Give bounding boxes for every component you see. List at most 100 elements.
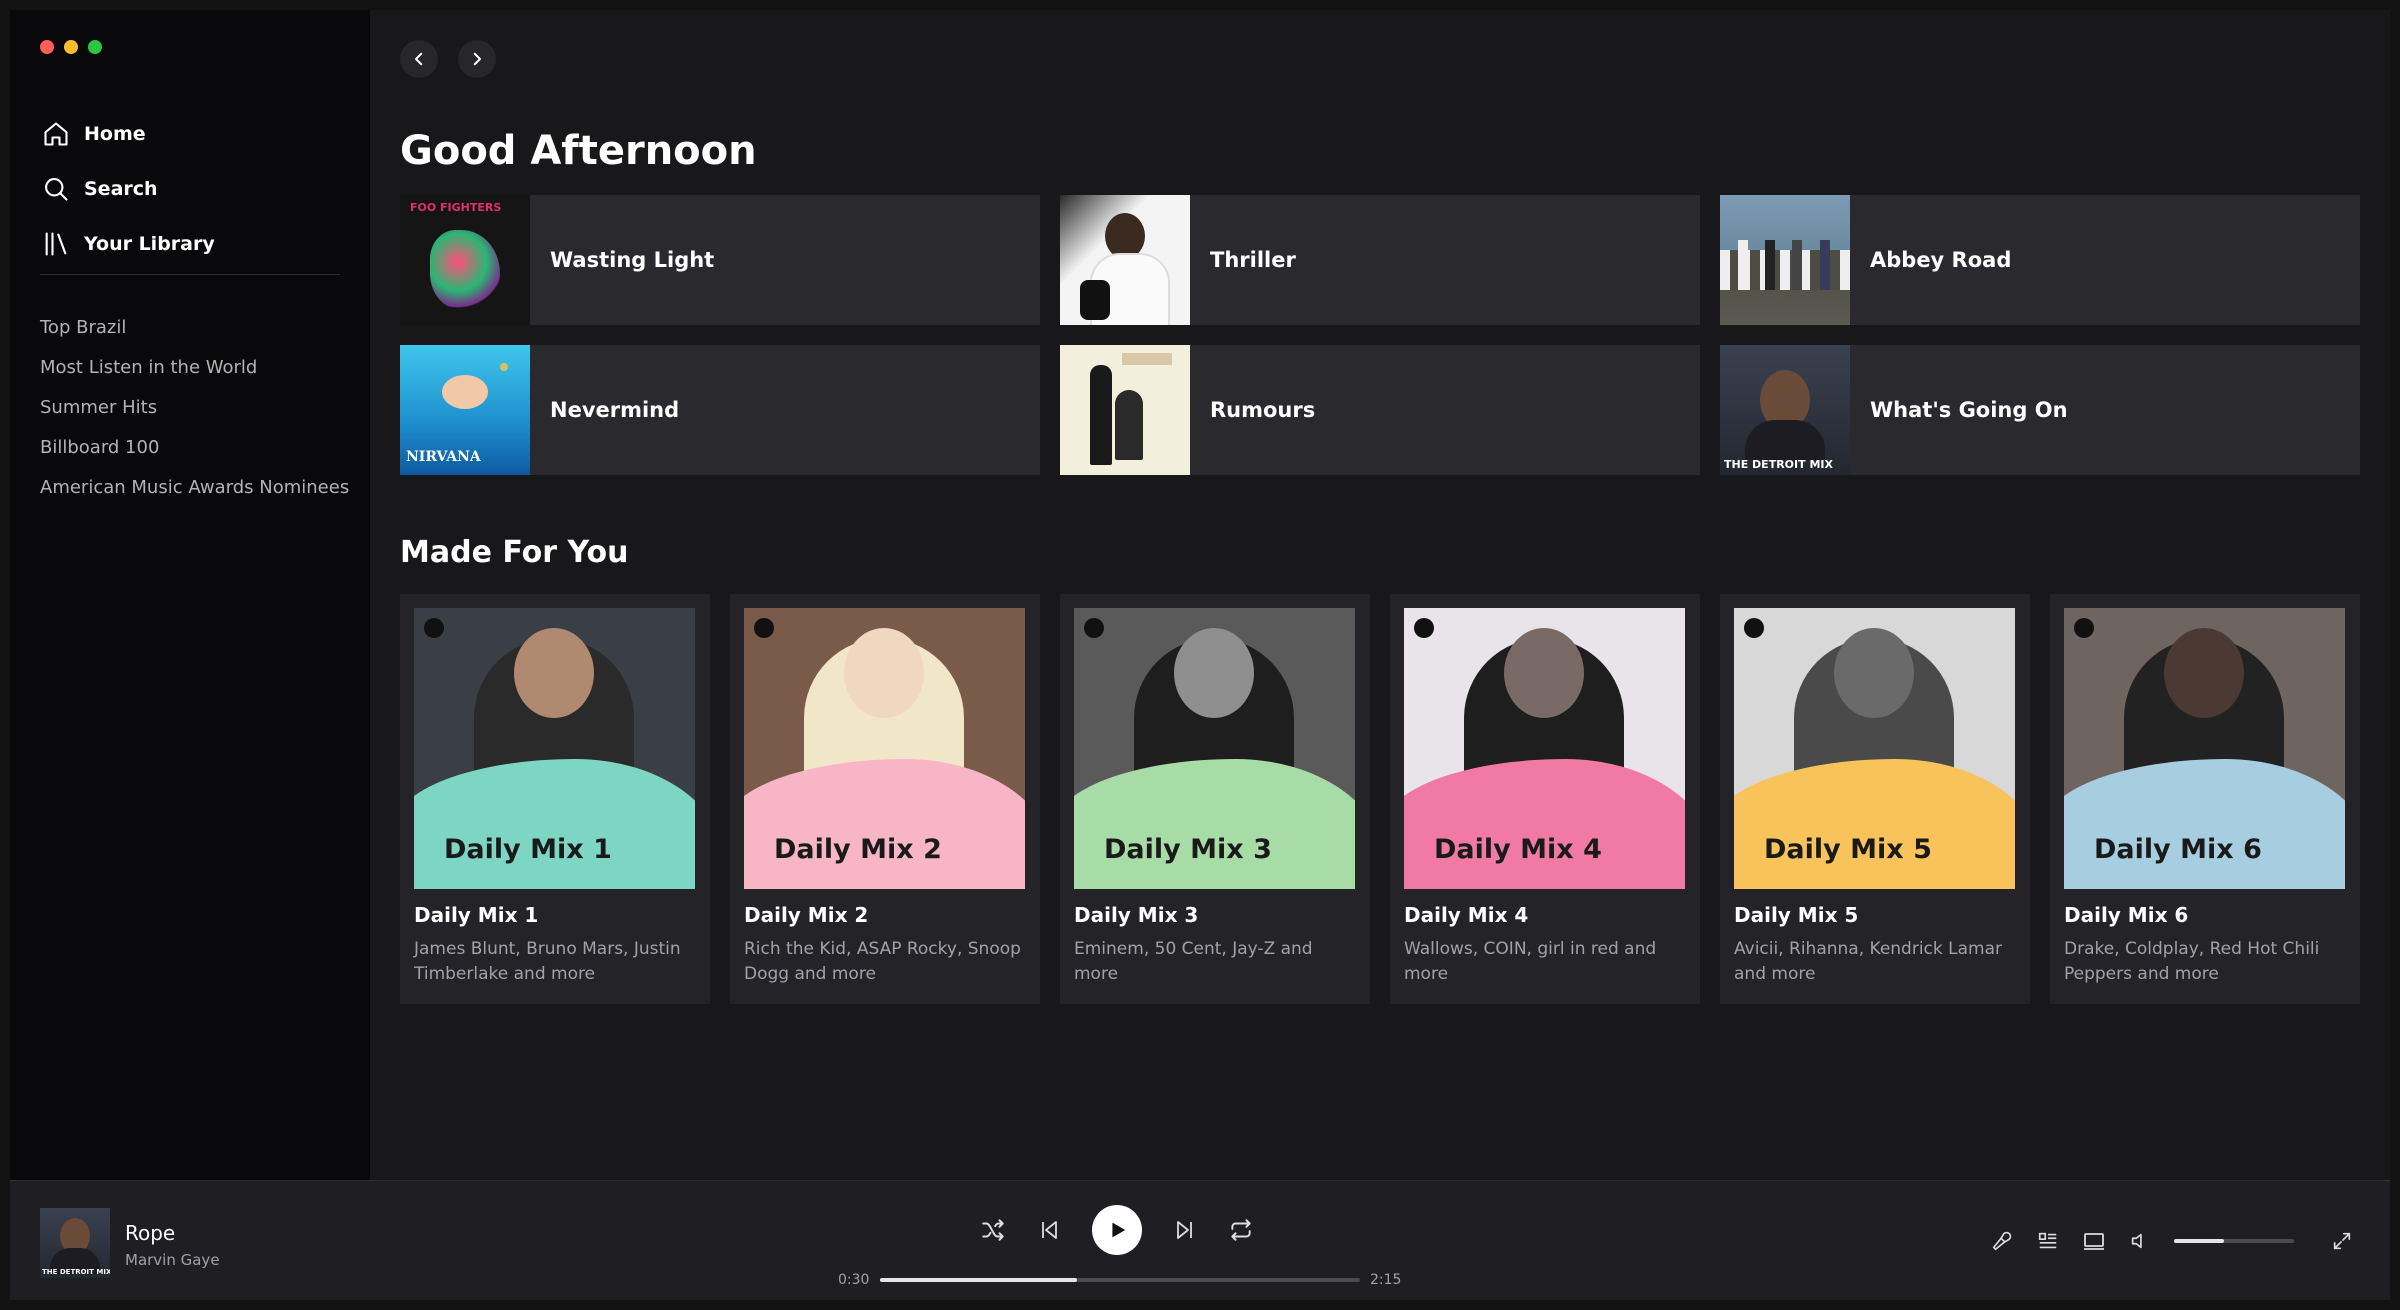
playlist-item[interactable]: Billboard 100: [40, 428, 349, 468]
quick-pick-title: Wasting Light: [550, 248, 715, 272]
daily-mix-art: Daily Mix 4: [1404, 608, 1685, 889]
daily-mix-art-label: Daily Mix 6: [2094, 834, 2262, 865]
next-button[interactable]: [1172, 1217, 1198, 1243]
now-playing-title[interactable]: Rope: [125, 1221, 175, 1245]
forward-button[interactable]: [458, 40, 496, 78]
section-title: Made For You: [400, 535, 629, 570]
daily-mix-subtitle: Eminem, 50 Cent, Jay-Z and more: [1074, 939, 1313, 984]
skip-back-icon: [1042, 1221, 1057, 1239]
daily-mix-art-label: Daily Mix 3: [1104, 834, 1272, 865]
album-art-caption: NIRVANA: [406, 449, 481, 465]
daily-mix-subtitle: Wallows, COIN, girl in red and more: [1404, 939, 1657, 984]
main-content: Good Afternoon FOO FIGHTERS Wasting Ligh…: [370, 10, 2390, 1180]
queue-icon: [2038, 1232, 2057, 1249]
playlist-list: Top Brazil Most Listen in the World Summ…: [40, 308, 349, 508]
skip-forward-icon: [1177, 1221, 1192, 1239]
daily-mix-title: Daily Mix 6: [2064, 903, 2189, 927]
daily-mix-art-label: Daily Mix 5: [1764, 834, 1932, 865]
device-icon: [2084, 1233, 2104, 1250]
greeting-heading: Good Afternoon: [400, 128, 757, 174]
quick-pick-card[interactable]: Thriller: [1060, 195, 1700, 325]
nav-library[interactable]: Your Library: [40, 216, 340, 271]
minimize-window-button[interactable]: [64, 40, 78, 54]
primary-nav: Home Search Your Library: [40, 106, 340, 271]
quick-pick-card[interactable]: Abbey Road: [1720, 195, 2360, 325]
shuffle-icon: [982, 1219, 1004, 1241]
back-button[interactable]: [400, 40, 438, 78]
daily-mix-art: Daily Mix 5: [1734, 608, 2015, 889]
previous-button[interactable]: [1036, 1217, 1062, 1243]
playlist-item[interactable]: Top Brazil: [40, 308, 349, 348]
now-playing-artist[interactable]: Marvin Gaye: [125, 1251, 220, 1269]
album-art: [1060, 195, 1190, 325]
now-playing-art-caption: THE DETROIT MIX: [42, 1268, 110, 1276]
nav-home[interactable]: Home: [40, 106, 340, 161]
spotify-badge-icon: [1084, 618, 1104, 638]
progress-bar[interactable]: [880, 1278, 1360, 1282]
spotify-badge-icon: [424, 618, 444, 638]
playlist-item[interactable]: Summer Hits: [40, 388, 349, 428]
quick-pick-card[interactable]: Rumours: [1060, 345, 1700, 475]
album-art: [1060, 345, 1190, 475]
microphone-icon: [1992, 1231, 2012, 1251]
daily-mix-art-label: Daily Mix 1: [444, 834, 612, 865]
play-icon: [1112, 1222, 1126, 1238]
volume-slider[interactable]: [2174, 1239, 2294, 1243]
total-time: 2:15: [1370, 1272, 1402, 1288]
player-bar: THE DETROIT MIX Rope Marvin Gaye 0:30 2:…: [10, 1180, 2390, 1300]
daily-mix-title: Daily Mix 5: [1734, 903, 1859, 927]
play-button[interactable]: [1092, 1205, 1142, 1255]
nav-library-label: Your Library: [84, 232, 215, 255]
daily-mix-card[interactable]: Daily Mix 1 Daily Mix 1 James Blunt, Bru…: [400, 594, 710, 1004]
devices-button[interactable]: [2082, 1229, 2106, 1253]
volume-icon: [2131, 1233, 2142, 1249]
nav-search-label: Search: [84, 177, 158, 200]
extra-controls: [1990, 1229, 2354, 1253]
daily-mix-card[interactable]: Daily Mix 2 Daily Mix 2 Rich the Kid, AS…: [730, 594, 1040, 1004]
daily-mix-subtitle: Drake, Coldplay, Red Hot Chili Peppers a…: [2064, 939, 2320, 984]
daily-mix-card[interactable]: Daily Mix 4 Daily Mix 4 Wallows, COIN, g…: [1390, 594, 1700, 1004]
quick-picks-grid: FOO FIGHTERS Wasting Light Thriller Abbe…: [400, 195, 2360, 475]
expand-icon: [2333, 1232, 2351, 1250]
home-icon: [40, 118, 72, 150]
nav-home-label: Home: [84, 122, 146, 145]
now-playing-art[interactable]: THE DETROIT MIX: [40, 1208, 110, 1278]
album-art-caption: FOO FIGHTERS: [410, 201, 502, 214]
daily-mix-card[interactable]: Daily Mix 3 Daily Mix 3 Eminem, 50 Cent,…: [1060, 594, 1370, 1004]
daily-mix-art: Daily Mix 6: [2064, 608, 2345, 889]
lyrics-button[interactable]: [1990, 1229, 2014, 1253]
spotify-badge-icon: [1414, 618, 1434, 638]
daily-mix-title: Daily Mix 2: [744, 903, 869, 927]
quick-pick-card[interactable]: FOO FIGHTERS Wasting Light: [400, 195, 1040, 325]
repeat-button[interactable]: [1228, 1217, 1254, 1243]
playlist-item[interactable]: American Music Awards Nominees: [40, 468, 349, 508]
daily-mix-art-label: Daily Mix 2: [774, 834, 942, 865]
queue-button[interactable]: [2036, 1229, 2060, 1253]
spotify-badge-icon: [2074, 618, 2094, 638]
daily-mix-card[interactable]: Daily Mix 6 Daily Mix 6 Drake, Coldplay,…: [2050, 594, 2360, 1004]
volume-fill: [2174, 1239, 2225, 1243]
library-icon: [40, 228, 72, 260]
daily-mix-art: Daily Mix 3: [1074, 608, 1355, 889]
playlist-item[interactable]: Most Listen in the World: [40, 348, 349, 388]
mute-button[interactable]: [2128, 1229, 2152, 1253]
quick-pick-title: What's Going On: [1870, 398, 2068, 422]
spotify-badge-icon: [754, 618, 774, 638]
playback-controls: [980, 1205, 1254, 1255]
quick-pick-card[interactable]: NIRVANA Nevermind: [400, 345, 1040, 475]
maximize-window-button[interactable]: [88, 40, 102, 54]
daily-mix-title: Daily Mix 3: [1074, 903, 1199, 927]
daily-mix-subtitle: Avicii, Rihanna, Kendrick Lamar and more: [1734, 939, 2003, 984]
fullscreen-button[interactable]: [2330, 1229, 2354, 1253]
progress-fill: [880, 1278, 1077, 1282]
daily-mix-title: Daily Mix 4: [1404, 903, 1529, 927]
quick-pick-title: Thriller: [1210, 248, 1296, 272]
close-window-button[interactable]: [40, 40, 54, 54]
daily-mix-title: Daily Mix 1: [414, 903, 539, 927]
sidebar-divider: [40, 274, 340, 275]
shuffle-button[interactable]: [980, 1217, 1006, 1243]
nav-search[interactable]: Search: [40, 161, 340, 216]
daily-mix-card[interactable]: Daily Mix 5 Daily Mix 5 Avicii, Rihanna,…: [1720, 594, 2030, 1004]
repeat-icon: [1231, 1219, 1251, 1241]
quick-pick-card[interactable]: THE DETROIT MIX What's Going On: [1720, 345, 2360, 475]
